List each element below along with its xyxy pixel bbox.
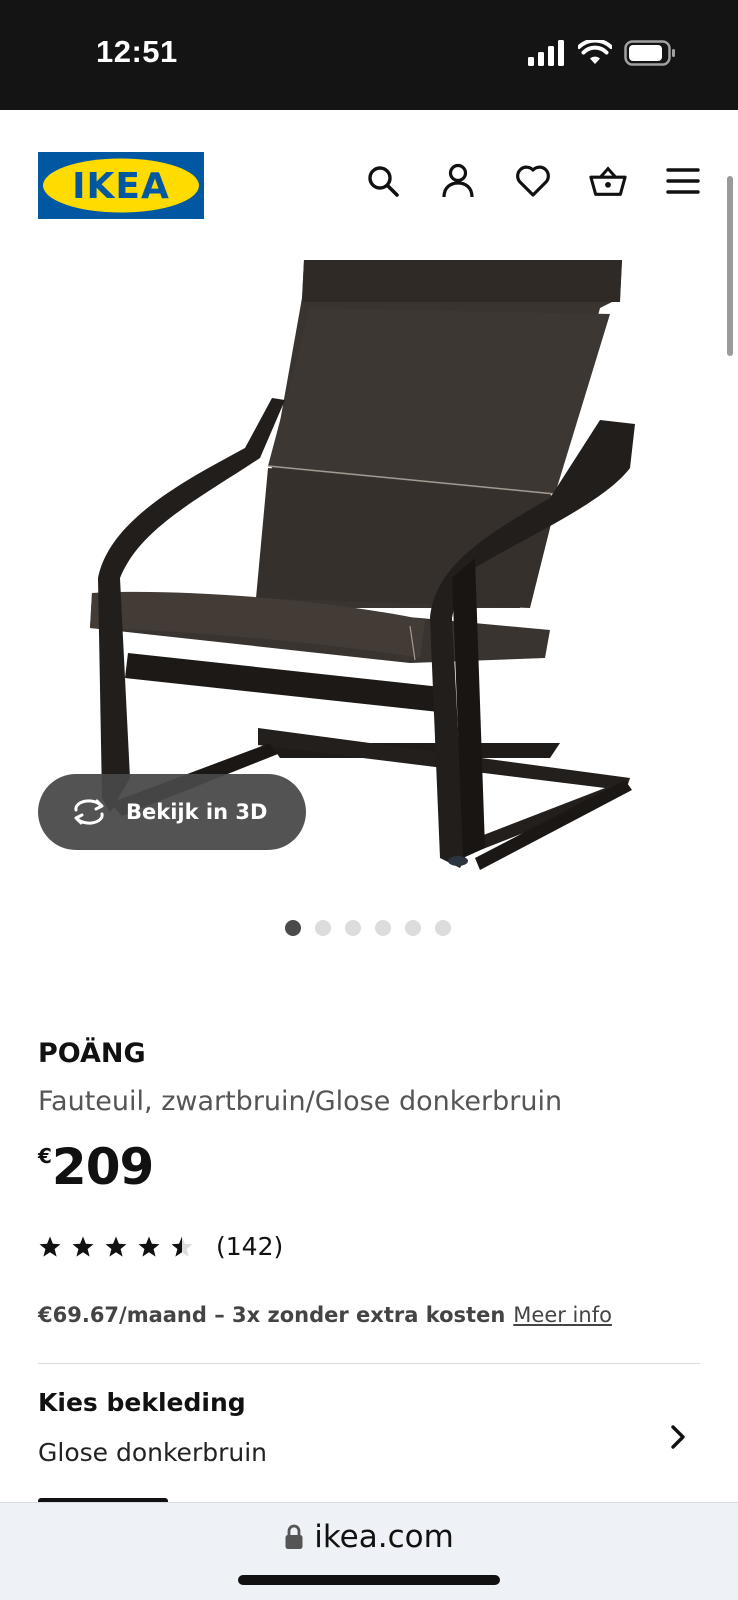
carousel-dots bbox=[285, 920, 451, 936]
header-nav bbox=[364, 162, 702, 200]
product-price: €209 bbox=[38, 1138, 154, 1196]
price-currency: € bbox=[38, 1144, 52, 1168]
battery-icon bbox=[624, 40, 675, 66]
more-info-link[interactable]: Meer info bbox=[513, 1303, 612, 1327]
site-header: IKEA bbox=[0, 110, 738, 240]
carousel-dot[interactable] bbox=[405, 920, 421, 936]
star-icon bbox=[105, 1236, 127, 1257]
view-in-3d-label: Bekijk in 3D bbox=[126, 800, 268, 824]
scrollbar[interactable] bbox=[727, 176, 733, 356]
url-text: ikea.com bbox=[314, 1519, 454, 1555]
price-value: 209 bbox=[51, 1138, 154, 1196]
status-bar: 12:51 bbox=[0, 0, 738, 110]
wishlist-heart-icon[interactable] bbox=[514, 162, 552, 200]
star-icon bbox=[72, 1236, 94, 1257]
cart-basket-icon[interactable] bbox=[589, 162, 627, 200]
menu-icon[interactable] bbox=[664, 162, 702, 200]
chevron-right-icon bbox=[671, 1425, 685, 1449]
rotate-3d-icon bbox=[74, 799, 104, 825]
installment-info: €69.67/maand – 3x zonder extra kosten Me… bbox=[38, 1303, 612, 1327]
upholstery-value: Glose donkerbruin bbox=[38, 1438, 268, 1467]
carousel-dot[interactable] bbox=[285, 920, 301, 936]
rating-stars[interactable] bbox=[38, 1235, 194, 1259]
divider bbox=[38, 1363, 700, 1364]
star-icon bbox=[39, 1236, 61, 1257]
wifi-icon bbox=[578, 40, 612, 64]
carousel-dot[interactable] bbox=[375, 920, 391, 936]
view-in-3d-button[interactable]: Bekijk in 3D bbox=[38, 774, 306, 850]
logo-text: IKEA bbox=[72, 166, 170, 207]
browser-bottom-bar: ikea.com bbox=[0, 1502, 738, 1600]
upholstery-title: Kies bekleding bbox=[38, 1388, 246, 1417]
half-star-icon bbox=[171, 1236, 193, 1257]
rating-count[interactable]: (142) bbox=[216, 1232, 283, 1261]
carousel-dot[interactable] bbox=[315, 920, 331, 936]
choose-upholstery-row[interactable]: Kies bekleding Glose donkerbruin bbox=[38, 1388, 700, 1488]
account-icon[interactable] bbox=[439, 162, 477, 200]
product-name: POÄNG bbox=[38, 1038, 146, 1069]
product-description: Fauteuil, zwartbruin/Glose donkerbruin bbox=[38, 1086, 563, 1117]
installment-text: €69.67/maand – 3x zonder extra kosten bbox=[38, 1303, 506, 1327]
status-time: 12:51 bbox=[96, 34, 178, 69]
carousel-dot[interactable] bbox=[345, 920, 361, 936]
address-bar[interactable]: ikea.com bbox=[0, 1519, 738, 1555]
signal-icon bbox=[528, 40, 564, 66]
carousel-dot[interactable] bbox=[435, 920, 451, 936]
lock-icon bbox=[285, 1524, 303, 1549]
star-icon bbox=[138, 1236, 160, 1257]
status-icons bbox=[528, 40, 676, 66]
ikea-logo[interactable]: IKEA bbox=[38, 152, 204, 219]
product-rating: (142) bbox=[38, 1232, 283, 1261]
home-indicator[interactable] bbox=[238, 1575, 500, 1585]
search-icon[interactable] bbox=[364, 162, 402, 200]
